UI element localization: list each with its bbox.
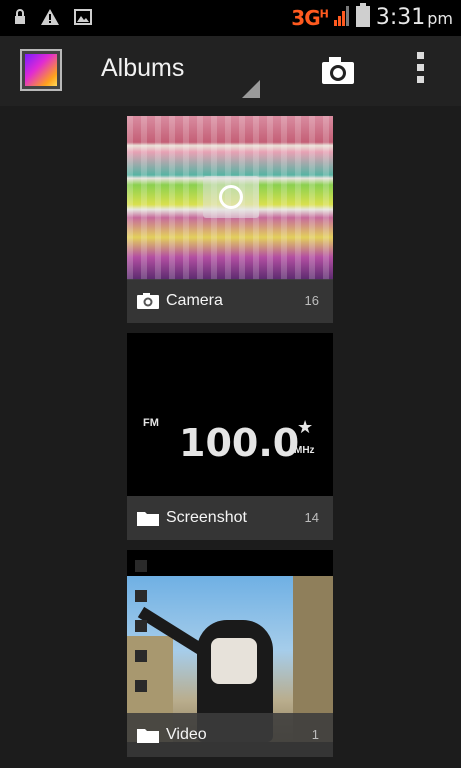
gallery-app-icon[interactable] [20,49,62,91]
album-count: 1 [311,727,319,742]
film-sprocket [135,590,147,602]
album-count: 14 [304,510,319,525]
album-label: Camera [166,292,223,309]
page-title[interactable]: Albums [101,54,184,83]
warning-icon [40,8,60,31]
battery-icon [355,3,370,32]
folder-icon [137,727,159,743]
overflow-menu-button[interactable] [410,52,430,92]
film-sprocket [135,560,147,572]
album-tile-camera[interactable]: Camera 16 [127,116,333,323]
film-sprocket [135,620,147,632]
fm-unit: MHz [294,445,315,456]
camera-icon [322,57,354,84]
fm-label: FM [143,417,159,429]
clock: 3:31 pm [375,5,453,30]
action-bar: Albums [0,36,461,106]
album-label: Screenshot [166,509,247,526]
camera-icon [137,293,159,309]
image-notification-icon [74,9,92,30]
camera-overlay-icon [203,176,259,218]
dropdown-indicator-icon[interactable] [242,80,260,98]
film-sprocket [135,680,147,692]
album-caption: Screenshot 14 [127,496,333,540]
album-tile-screenshot[interactable]: FM 100.0 ★ MHz Screenshot 14 [127,333,333,540]
album-thumbnail [127,116,333,280]
lock-icon [14,9,26,30]
album-label: Video [166,726,207,743]
status-bar: 3GH 3:31 pm [0,0,461,36]
folder-icon [137,510,159,526]
network-type: 3GH [291,5,329,30]
album-count: 16 [304,293,319,308]
signal-icon [333,4,350,31]
fm-frequency: 100.0 [179,421,300,465]
camera-button[interactable] [318,53,358,89]
film-sprocket [135,650,147,662]
album-caption: Camera 16 [127,279,333,323]
album-tile-video[interactable]: Video 1 [127,550,333,757]
star-icon: ★ [297,417,314,437]
album-caption: Video 1 [127,713,333,757]
